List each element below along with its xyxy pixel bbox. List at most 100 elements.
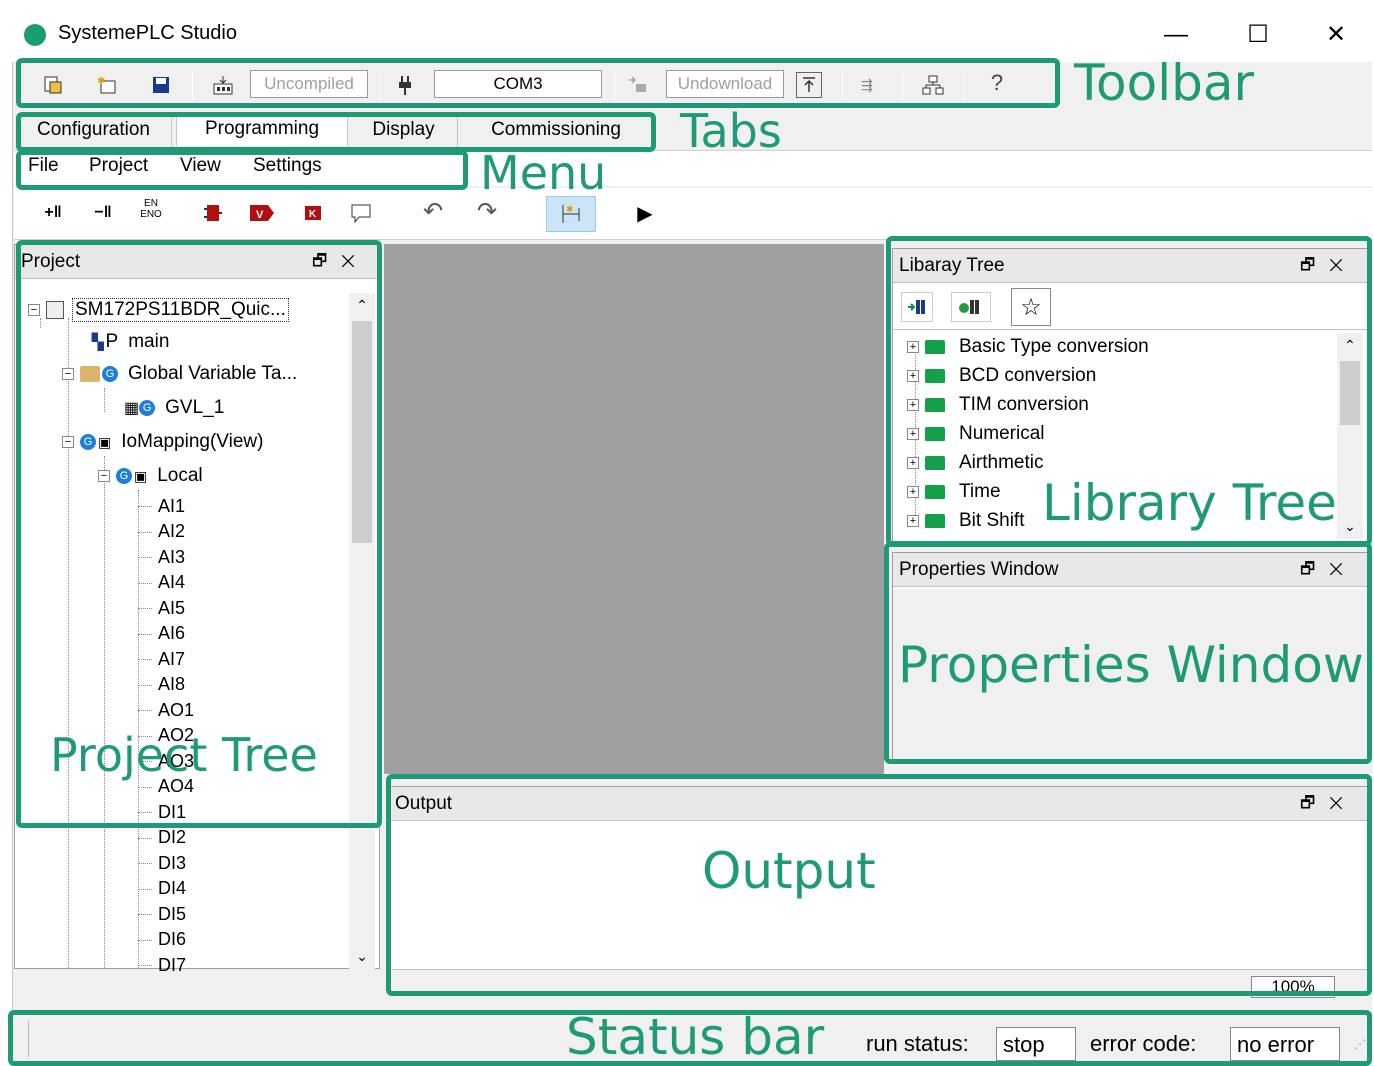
tree-node-io-point[interactable]: AI7 [158, 647, 185, 671]
comment-icon[interactable] [348, 200, 374, 226]
library-item[interactable]: + Basic Type conversion [907, 335, 1149, 359]
run-status-value: stop [996, 1027, 1076, 1061]
compile-icon[interactable] [210, 72, 236, 98]
open-project-icon[interactable] [40, 72, 66, 98]
expand-all-icon[interactable] [901, 292, 933, 322]
help-icon[interactable]: ? [984, 70, 1010, 96]
constant-icon[interactable]: K [300, 200, 326, 226]
scrollbar-thumb[interactable] [352, 321, 372, 543]
library-item[interactable]: + Numerical [907, 422, 1045, 446]
tree-node-io-point[interactable]: AI2 [158, 520, 185, 544]
tree-node-io-point[interactable]: AI1 [158, 494, 185, 518]
collapse-icon[interactable]: − [62, 368, 74, 380]
tree-node-io-point[interactable]: AI3 [158, 545, 185, 569]
output-panel-header: Output 🗗✕ [389, 787, 1367, 821]
tab-configuration[interactable]: Configuration [16, 114, 172, 148]
variable-icon[interactable]: V [248, 200, 274, 226]
close-panel-icon[interactable]: ✕ [1329, 561, 1357, 578]
library-item[interactable]: + Airthmetic [907, 451, 1043, 475]
folder-icon [925, 456, 945, 470]
float-panel-icon[interactable]: 🗗 [1300, 795, 1329, 812]
tree-node-io-point[interactable]: AI6 [158, 622, 185, 646]
connect-plug-icon[interactable] [392, 72, 418, 98]
library-item[interactable]: + Time [907, 480, 1001, 504]
scroll-down-icon[interactable]: ⌄ [349, 948, 375, 965]
ladder-mode-icon[interactable]: ✱ [546, 196, 596, 232]
close-window-button[interactable]: ✕ [1316, 18, 1356, 52]
undo-icon[interactable]: ↶ [420, 198, 446, 225]
tree-node-iomapping[interactable]: − G ▣ IoMapping(View) [62, 430, 263, 454]
expand-icon[interactable]: + [907, 370, 919, 382]
upload-icon[interactable] [796, 72, 822, 98]
expand-icon[interactable]: + [907, 515, 919, 527]
tree-node-global-variables[interactable]: − G Global Variable Ta... [62, 362, 297, 386]
tab-programming[interactable]: Programming [176, 112, 348, 146]
library-item[interactable]: + BCD conversion [907, 364, 1096, 388]
tree-node-main[interactable]: ▚ P main [92, 330, 169, 354]
network-config-icon[interactable] [920, 72, 946, 98]
tree-node-io-point[interactable]: AI4 [158, 571, 185, 595]
app-logo-icon [24, 24, 46, 46]
scroll-down-icon[interactable]: ⌄ [1337, 518, 1363, 535]
close-panel-icon[interactable]: ✕ [341, 253, 369, 270]
menu-view[interactable]: View [180, 155, 221, 177]
collapse-icon[interactable]: − [28, 304, 40, 316]
menu-project[interactable]: Project [89, 155, 148, 177]
tree-node-io-point[interactable]: DI5 [158, 902, 186, 926]
tree-node-gvl[interactable]: ▦ G GVL_1 [124, 396, 224, 420]
tree-node-io-point[interactable]: DI4 [158, 877, 186, 901]
expand-icon[interactable]: + [907, 428, 919, 440]
tab-display[interactable]: Display [350, 114, 458, 148]
minimize-button[interactable]: — [1156, 18, 1196, 52]
remove-contact-icon[interactable]: −‖ [90, 200, 116, 226]
function-block-icon[interactable] [200, 200, 226, 226]
library-item[interactable]: + Bit Shift [907, 509, 1024, 533]
library-item[interactable]: + TIM conversion [907, 393, 1089, 417]
resize-grip-icon[interactable]: ⋰ [1354, 1037, 1366, 1051]
float-panel-icon[interactable]: 🗗 [1300, 257, 1329, 274]
collapse-icon[interactable]: − [62, 436, 74, 448]
scroll-up-icon[interactable]: ⌃ [1337, 337, 1363, 354]
menu-file[interactable]: File [28, 155, 59, 177]
import-library-icon[interactable] [951, 292, 991, 322]
scroll-up-icon[interactable]: ⌃ [349, 297, 375, 314]
tree-node-io-point[interactable]: DI2 [158, 826, 186, 850]
zoom-field[interactable]: 100% [1251, 976, 1335, 998]
float-panel-icon[interactable]: 🗗 [312, 253, 341, 270]
float-panel-icon[interactable]: 🗗 [1300, 561, 1329, 578]
tree-node-io-point[interactable]: DI1 [158, 800, 186, 824]
close-panel-icon[interactable]: ✕ [1329, 257, 1357, 274]
tree-node-local[interactable]: − G ▣ Local [98, 464, 203, 488]
collapse-icon[interactable]: − [98, 470, 110, 482]
tree-root-node[interactable]: − SM172PS11BDR_Quic... [28, 298, 289, 322]
monitor-icon[interactable]: ⇶ [858, 72, 884, 98]
expand-icon[interactable]: + [907, 399, 919, 411]
expand-icon[interactable]: + [907, 486, 919, 498]
toolbar-annotation-label: Toolbar [1074, 54, 1255, 112]
tree-node-io-point[interactable]: AI5 [158, 596, 185, 620]
tree-node-io-point[interactable]: AI8 [158, 673, 185, 697]
en-eno-icon[interactable]: EN ENO [138, 198, 164, 224]
port-field[interactable]: COM3 [434, 70, 602, 98]
save-icon[interactable] [148, 72, 174, 98]
redo-icon[interactable]: ↷ [474, 198, 500, 225]
tree-node-io-point[interactable]: AO1 [158, 698, 194, 722]
io-icon: G [80, 434, 96, 450]
close-panel-icon[interactable]: ✕ [1329, 795, 1357, 812]
maximize-button[interactable]: ☐ [1238, 18, 1278, 52]
expand-icon[interactable]: + [907, 341, 919, 353]
new-project-icon[interactable]: ✱ [94, 72, 120, 98]
library-scrollbar[interactable]: ⌃ ⌄ [1337, 333, 1363, 539]
scrollbar-thumb[interactable] [1340, 361, 1360, 425]
insert-contact-icon[interactable]: +‖ [40, 200, 66, 226]
tab-commissioning[interactable]: Commissioning [460, 114, 652, 148]
run-icon[interactable]: ▶ [632, 200, 658, 226]
download-icon[interactable] [624, 72, 650, 98]
folder-icon [925, 369, 945, 383]
tree-node-io-point[interactable]: DI6 [158, 928, 186, 952]
tree-node-io-point[interactable]: DI3 [158, 851, 186, 875]
menu-settings[interactable]: Settings [253, 155, 322, 177]
favorites-star-icon[interactable]: ☆ [1011, 288, 1051, 326]
expand-icon[interactable]: + [907, 457, 919, 469]
project-tree-scrollbar[interactable]: ⌃ ⌄ [349, 293, 375, 969]
